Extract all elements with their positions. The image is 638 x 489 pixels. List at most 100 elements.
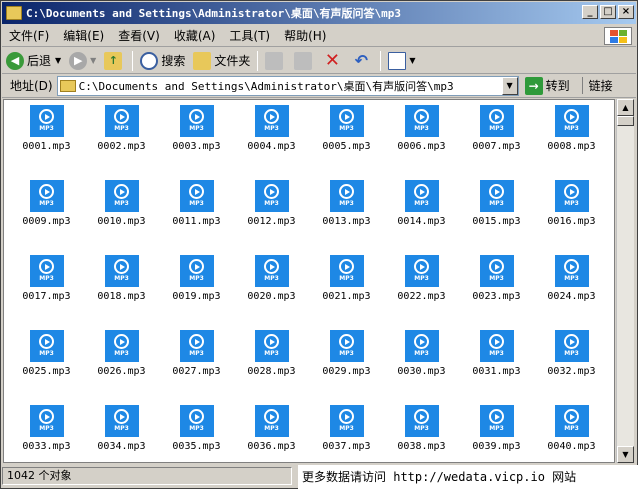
file-item[interactable]: MP3 0030.mp3 bbox=[384, 330, 459, 405]
menu-edit[interactable]: 编辑(E) bbox=[56, 27, 111, 44]
title-bar[interactable]: C:\Documents and Settings\Administrator\… bbox=[2, 2, 636, 24]
file-item[interactable]: MP3 0016.mp3 bbox=[534, 180, 609, 255]
file-item[interactable]: MP3 0004.mp3 bbox=[234, 105, 309, 180]
file-item[interactable]: MP3 0025.mp3 bbox=[9, 330, 84, 405]
copy-to-icon bbox=[294, 51, 313, 70]
file-item[interactable]: MP3 0032.mp3 bbox=[534, 330, 609, 405]
address-input[interactable]: C:\Documents and Settings\Administrator\… bbox=[56, 75, 519, 96]
file-item[interactable]: MP3 0005.mp3 bbox=[309, 105, 384, 180]
views-button[interactable]: ▼ bbox=[384, 50, 419, 72]
address-dropdown-button[interactable]: ▼ bbox=[501, 76, 518, 95]
mp3-icon-label: MP3 bbox=[39, 275, 54, 282]
file-view[interactable]: MP3 0001.mp3 MP3 0002.mp3 MP3 0003.mp3 MP3 0004… bbox=[3, 99, 615, 463]
mp3-icon-label: MP3 bbox=[339, 275, 354, 282]
file-item[interactable]: MP3 0036.mp3 bbox=[234, 405, 309, 462]
file-item[interactable]: MP3 0011.mp3 bbox=[159, 180, 234, 255]
file-name: 0013.mp3 bbox=[322, 216, 371, 227]
file-item[interactable]: MP3 0026.mp3 bbox=[84, 330, 159, 405]
delete-button[interactable]: ✕ bbox=[319, 50, 348, 72]
menu-help[interactable]: 帮助(H) bbox=[277, 27, 333, 44]
file-item[interactable]: MP3 0037.mp3 bbox=[309, 405, 384, 462]
file-item[interactable]: MP3 0035.mp3 bbox=[159, 405, 234, 462]
folder-icon bbox=[59, 79, 76, 92]
file-item[interactable]: MP3 0031.mp3 bbox=[459, 330, 534, 405]
mp3-icon-label: MP3 bbox=[414, 275, 429, 282]
file-item[interactable]: MP3 0018.mp3 bbox=[84, 255, 159, 330]
file-item[interactable]: MP3 0028.mp3 bbox=[234, 330, 309, 405]
back-dropdown-icon[interactable]: ▼ bbox=[55, 56, 61, 65]
move-to-button[interactable] bbox=[261, 50, 290, 72]
window-controls: _ □ × bbox=[582, 5, 634, 19]
file-item[interactable]: MP3 0014.mp3 bbox=[384, 180, 459, 255]
file-item[interactable]: MP3 0007.mp3 bbox=[459, 105, 534, 180]
file-item[interactable]: MP3 0019.mp3 bbox=[159, 255, 234, 330]
file-item[interactable]: MP3 0040.mp3 bbox=[534, 405, 609, 462]
menu-favorites[interactable]: 收藏(A) bbox=[167, 27, 223, 44]
window-title: C:\Documents and Settings\Administrator\… bbox=[26, 7, 402, 20]
file-name: 0029.mp3 bbox=[322, 366, 371, 377]
file-item[interactable]: MP3 0010.mp3 bbox=[84, 180, 159, 255]
file-item[interactable]: MP3 0033.mp3 bbox=[9, 405, 84, 462]
close-button[interactable]: × bbox=[618, 5, 634, 19]
file-item[interactable]: MP3 0006.mp3 bbox=[384, 105, 459, 180]
file-item[interactable]: MP3 0038.mp3 bbox=[384, 405, 459, 462]
menu-view[interactable]: 查看(V) bbox=[111, 27, 167, 44]
file-name: 0036.mp3 bbox=[247, 441, 296, 452]
up-folder-button[interactable]: ↑ bbox=[100, 50, 129, 72]
toolbar-separator bbox=[380, 50, 382, 71]
scroll-thumb[interactable] bbox=[617, 116, 634, 126]
undo-button[interactable]: ↶ bbox=[348, 50, 377, 72]
file-name: 0015.mp3 bbox=[472, 216, 521, 227]
file-item[interactable]: MP3 0012.mp3 bbox=[234, 180, 309, 255]
menu-bar: 文件(F) 编辑(E) 查看(V) 收藏(A) 工具(T) 帮助(H) bbox=[2, 25, 636, 47]
file-item[interactable]: MP3 0020.mp3 bbox=[234, 255, 309, 330]
back-button[interactable]: ◀ 后退 ▼ bbox=[2, 50, 65, 72]
folders-button[interactable]: 文件夹 bbox=[189, 50, 254, 72]
views-dropdown-icon[interactable]: ▼ bbox=[409, 56, 415, 65]
search-button[interactable]: 搜索 bbox=[136, 50, 189, 72]
file-item[interactable]: MP3 0024.mp3 bbox=[534, 255, 609, 330]
file-item[interactable]: MP3 0008.mp3 bbox=[534, 105, 609, 180]
file-item[interactable]: MP3 0029.mp3 bbox=[309, 330, 384, 405]
mp3-file-icon: MP3 bbox=[554, 105, 589, 137]
copy-to-button[interactable] bbox=[290, 50, 319, 72]
scroll-up-button[interactable]: ▲ bbox=[617, 99, 634, 116]
go-button[interactable]: → 转到 bbox=[524, 76, 570, 95]
menu-tools[interactable]: 工具(T) bbox=[222, 27, 277, 44]
forward-button[interactable]: ▶ ▼ bbox=[65, 50, 100, 72]
play-icon bbox=[39, 109, 54, 124]
file-item[interactable]: MP3 0034.mp3 bbox=[84, 405, 159, 462]
vertical-scrollbar[interactable]: ▲ ▼ bbox=[616, 99, 634, 463]
play-icon bbox=[264, 409, 279, 424]
file-item[interactable]: MP3 0021.mp3 bbox=[309, 255, 384, 330]
file-name: 0026.mp3 bbox=[97, 366, 146, 377]
file-item[interactable]: MP3 0009.mp3 bbox=[9, 180, 84, 255]
file-item[interactable]: MP3 0022.mp3 bbox=[384, 255, 459, 330]
file-item[interactable]: MP3 0017.mp3 bbox=[9, 255, 84, 330]
mp3-file-icon: MP3 bbox=[479, 405, 514, 437]
mp3-icon-label: MP3 bbox=[114, 425, 129, 432]
scroll-down-button[interactable]: ▼ bbox=[617, 446, 634, 463]
links-button[interactable]: 链接 bbox=[581, 77, 613, 94]
file-item[interactable]: MP3 0023.mp3 bbox=[459, 255, 534, 330]
file-item[interactable]: MP3 0039.mp3 bbox=[459, 405, 534, 462]
maximize-button[interactable]: □ bbox=[600, 5, 616, 19]
menu-file[interactable]: 文件(F) bbox=[2, 27, 56, 44]
file-item[interactable]: MP3 0027.mp3 bbox=[159, 330, 234, 405]
mp3-icon-label: MP3 bbox=[264, 275, 279, 282]
minimize-button[interactable]: _ bbox=[582, 5, 598, 19]
mp3-icon-label: MP3 bbox=[414, 350, 429, 357]
file-item[interactable]: MP3 0003.mp3 bbox=[159, 105, 234, 180]
forward-dropdown-icon[interactable]: ▼ bbox=[90, 56, 96, 65]
file-item[interactable]: MP3 0013.mp3 bbox=[309, 180, 384, 255]
file-item[interactable]: MP3 0001.mp3 bbox=[9, 105, 84, 180]
mp3-file-icon: MP3 bbox=[29, 180, 64, 212]
file-item[interactable]: MP3 0002.mp3 bbox=[84, 105, 159, 180]
play-icon bbox=[189, 334, 204, 349]
file-item[interactable]: MP3 0015.mp3 bbox=[459, 180, 534, 255]
mp3-icon-label: MP3 bbox=[564, 125, 579, 132]
play-icon bbox=[489, 409, 504, 424]
play-icon bbox=[39, 259, 54, 274]
mp3-file-icon: MP3 bbox=[29, 105, 64, 137]
mp3-file-icon: MP3 bbox=[104, 105, 139, 137]
